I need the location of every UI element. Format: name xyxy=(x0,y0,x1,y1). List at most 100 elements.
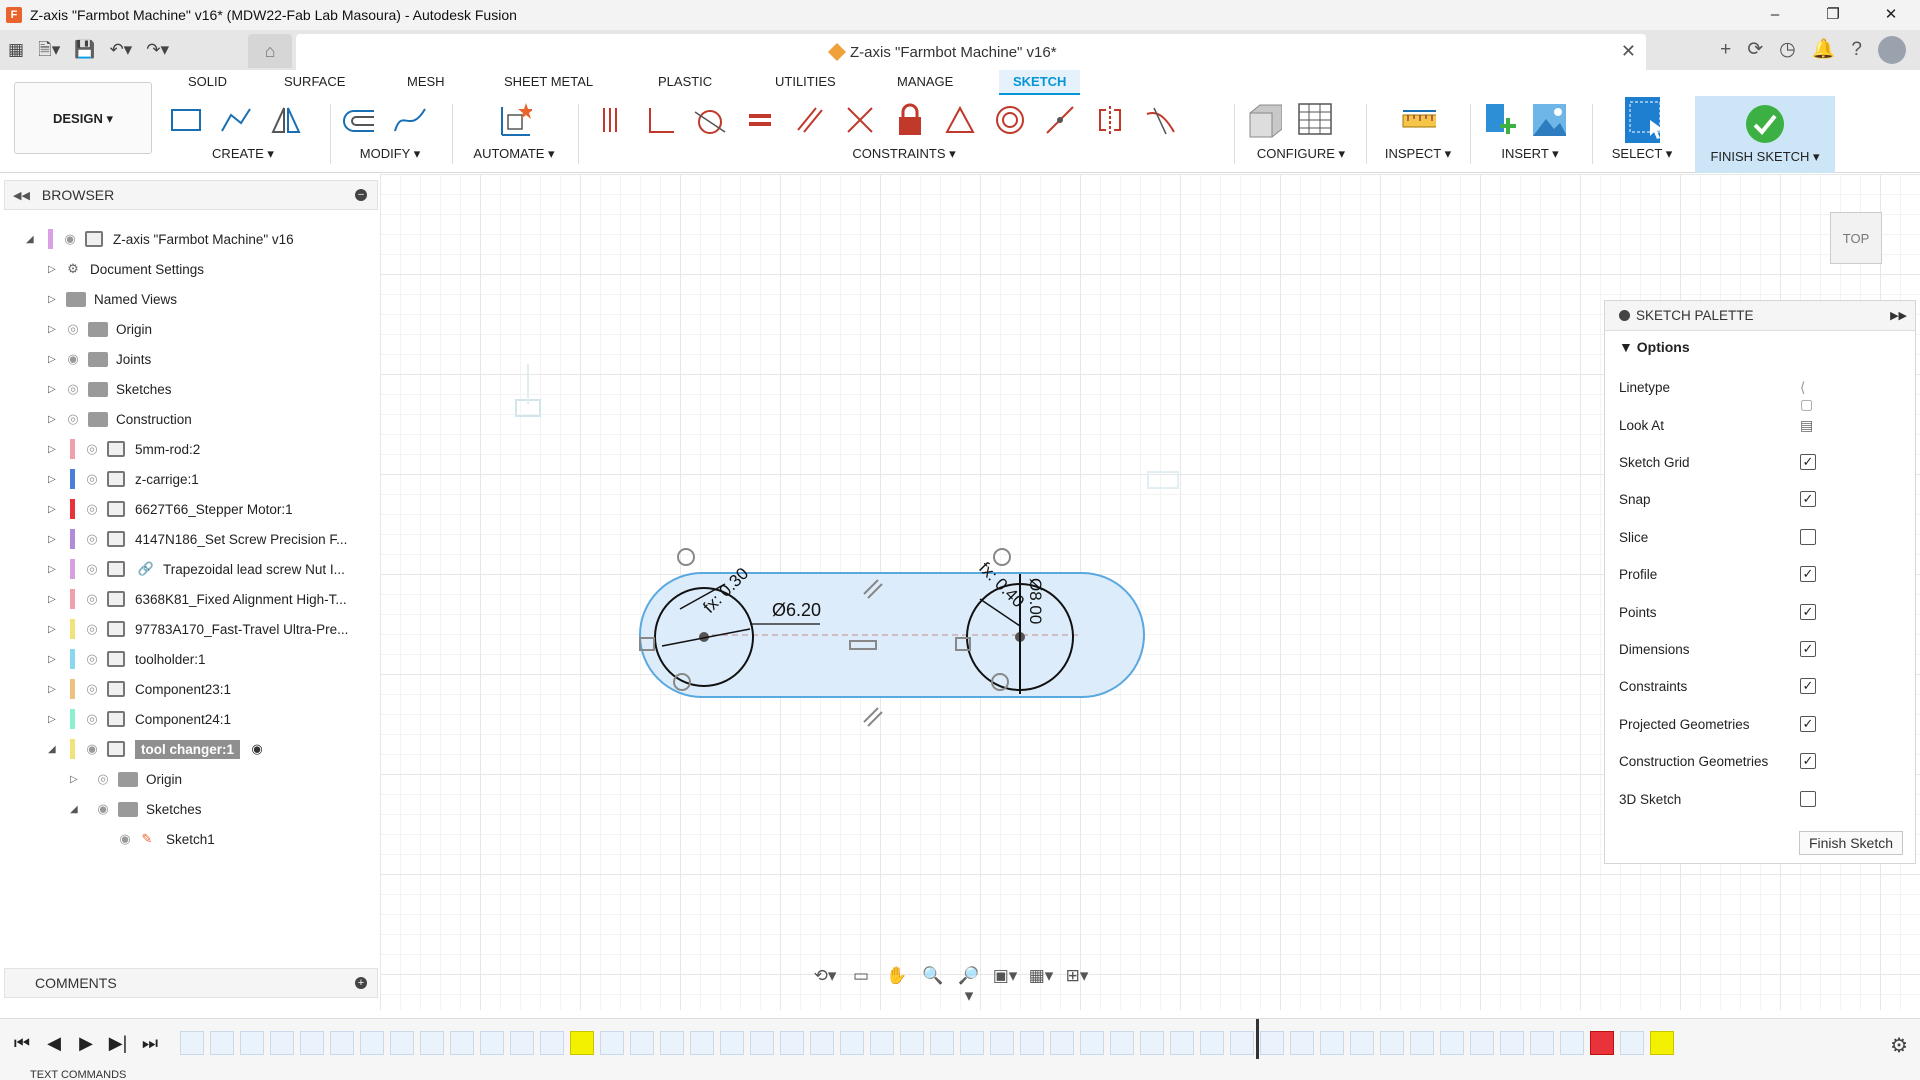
symmetry-icon[interactable] xyxy=(1092,102,1128,138)
linetype-icon[interactable]: ⟨ ▢ xyxy=(1800,379,1818,412)
tree-item-component[interactable]: ▷ ◎ z-carrige:1 xyxy=(48,466,199,492)
home-tab-icon[interactable]: ⌂ xyxy=(248,34,292,68)
timeline-step[interactable] xyxy=(1050,1031,1074,1055)
new-tab-icon[interactable]: + xyxy=(1720,36,1731,64)
timeline-step[interactable] xyxy=(1410,1031,1434,1055)
timeline-step[interactable] xyxy=(1620,1031,1644,1055)
tree-item-active-component[interactable]: ◢ ◉ tool changer:1 ◉ xyxy=(48,736,268,762)
eye-hidden-icon[interactable]: ◎ xyxy=(81,441,103,457)
eye-hidden-icon[interactable]: ◎ xyxy=(81,561,103,577)
tree-item-sketches[interactable]: ▷ ◎ Sketches xyxy=(48,376,172,402)
expand-arrow-icon[interactable]: ▷ xyxy=(48,564,62,575)
display-settings-icon[interactable]: ▣▾ xyxy=(992,966,1018,1006)
timeline-step[interactable] xyxy=(420,1031,444,1055)
inspect-menu[interactable]: INSPECT ▾ xyxy=(1376,146,1460,162)
tree-item-component[interactable]: ▷ ◎ 97783A170_Fast-Travel Ultra-Pre... xyxy=(48,616,348,642)
timeline-step[interactable] xyxy=(1170,1031,1194,1055)
timeline-step[interactable] xyxy=(240,1031,264,1055)
measure-icon[interactable] xyxy=(1400,102,1436,138)
offset-icon[interactable] xyxy=(342,102,378,138)
eye-hidden-icon[interactable]: ◎ xyxy=(62,411,84,427)
tree-item-named-views[interactable]: ▷ Named Views xyxy=(48,286,177,312)
tangent-icon[interactable] xyxy=(692,102,728,138)
go-to-end-icon[interactable]: ⏭ xyxy=(140,1033,160,1054)
parallel-icon[interactable] xyxy=(792,102,828,138)
timeline-step[interactable] xyxy=(660,1031,684,1055)
sketch-grid-checkbox[interactable]: ✓ xyxy=(1800,454,1816,470)
eye-hidden-icon[interactable]: ◎ xyxy=(62,321,84,337)
expand-arrow-icon[interactable]: ▷ xyxy=(48,714,62,725)
snap-checkbox[interactable]: ✓ xyxy=(1800,491,1816,507)
finish-sketch-check-icon[interactable] xyxy=(1745,104,1785,147)
table-icon[interactable] xyxy=(1296,102,1332,138)
eye-icon[interactable]: ◉ xyxy=(59,231,81,247)
timeline-step[interactable] xyxy=(570,1031,594,1055)
expand-arrow-icon[interactable]: ▷ xyxy=(70,774,84,785)
points-checkbox[interactable]: ✓ xyxy=(1800,604,1816,620)
timeline-step[interactable] xyxy=(600,1031,624,1055)
timeline-step[interactable] xyxy=(1530,1031,1554,1055)
timeline-settings-gear-icon[interactable]: ⚙ xyxy=(1890,1033,1908,1058)
activate-radio-icon[interactable]: ◉ xyxy=(246,741,268,757)
3d-sketch-checkbox[interactable] xyxy=(1800,791,1816,807)
constraints-menu[interactable]: CONSTRAINTS ▾ xyxy=(592,146,1216,162)
equal-icon[interactable] xyxy=(742,102,778,138)
expand-arrow-icon[interactable]: ▷ xyxy=(48,474,62,485)
minimize-button[interactable]: – xyxy=(1746,0,1804,30)
tree-item-component[interactable]: ▷ ◎ 4147N186_Set Screw Precision F... xyxy=(48,526,347,552)
eye-hidden-icon[interactable]: ◎ xyxy=(92,771,114,787)
expand-arrow-icon[interactable]: ▷ xyxy=(48,384,62,395)
timeline-step[interactable] xyxy=(690,1031,714,1055)
timeline-step[interactable] xyxy=(1230,1031,1254,1055)
timeline-step[interactable] xyxy=(1020,1031,1044,1055)
insert-canvas-icon[interactable] xyxy=(1530,102,1566,138)
tree-item-origin[interactable]: ▷ ◎ Origin xyxy=(48,316,152,342)
configure-icon[interactable] xyxy=(1246,102,1282,138)
timeline-step[interactable] xyxy=(1380,1031,1404,1055)
timeline-step[interactable] xyxy=(1650,1031,1674,1055)
timeline-step[interactable] xyxy=(480,1031,504,1055)
rectangle-icon[interactable] xyxy=(168,102,204,138)
expand-arrow-icon[interactable]: ▷ xyxy=(48,354,62,365)
expand-arrow-icon[interactable]: ▷ xyxy=(48,654,62,665)
text-commands-bar[interactable]: TEXT COMMANDS xyxy=(0,1070,1920,1080)
select-icon[interactable] xyxy=(1624,97,1660,143)
tree-item-origin[interactable]: ▷ ◎ Origin xyxy=(70,766,182,792)
curvature-icon[interactable] xyxy=(1142,102,1178,138)
help-icon[interactable]: ? xyxy=(1851,36,1862,64)
timeline-step[interactable] xyxy=(1350,1031,1374,1055)
timeline-step[interactable] xyxy=(870,1031,894,1055)
go-to-start-icon[interactable]: ⏮ xyxy=(12,1033,32,1054)
timeline-step[interactable] xyxy=(840,1031,864,1055)
tree-item-joints[interactable]: ▷ ◉ Joints xyxy=(48,346,151,372)
eye-hidden-icon[interactable]: ◎ xyxy=(81,471,103,487)
tab-plastic[interactable]: PLASTIC xyxy=(658,74,712,89)
collinear-icon[interactable] xyxy=(1042,102,1078,138)
expand-arrow-icon[interactable]: ▷ xyxy=(48,444,62,455)
timeline-step[interactable] xyxy=(1080,1031,1104,1055)
timeline-step[interactable] xyxy=(750,1031,774,1055)
tree-item-document-settings[interactable]: ▷ ⚙ Document Settings xyxy=(48,256,204,282)
eye-icon[interactable]: ◉ xyxy=(92,801,114,817)
timeline-step[interactable] xyxy=(1140,1031,1164,1055)
tree-item-root[interactable]: ◢ ◉ Z-axis "Farmbot Machine" v16 xyxy=(26,226,294,252)
tree-item-component[interactable]: ▷ ◎ 6627T66_Stepper Motor:1 xyxy=(48,496,293,522)
eye-hidden-icon[interactable]: ◎ xyxy=(81,531,103,547)
perpendicular-icon[interactable] xyxy=(842,102,878,138)
tree-item-sketches[interactable]: ◢ ◉ Sketches xyxy=(70,796,202,822)
timeline-step[interactable] xyxy=(930,1031,954,1055)
options-section[interactable]: ▼ Options xyxy=(1605,331,1915,355)
file-menu-icon[interactable]: 🗎▾ xyxy=(38,38,60,62)
eye-icon[interactable]: ◉ xyxy=(114,831,136,847)
timeline-step[interactable] xyxy=(1440,1031,1464,1055)
timeline-step[interactable] xyxy=(510,1031,534,1055)
expand-arrow-icon[interactable]: ▷ xyxy=(48,324,62,335)
select-menu[interactable]: SELECT ▾ xyxy=(1600,146,1684,162)
tab-sheet-metal[interactable]: SHEET METAL xyxy=(504,74,593,89)
timeline-step[interactable] xyxy=(810,1031,834,1055)
finish-sketch-button[interactable]: Finish Sketch xyxy=(1799,831,1903,855)
automate-menu[interactable]: AUTOMATE ▾ xyxy=(466,146,562,162)
eye-hidden-icon[interactable]: ◎ xyxy=(81,681,103,697)
orbit-icon[interactable]: ⟲▾ xyxy=(812,966,838,1006)
timeline-marker[interactable] xyxy=(1256,1019,1259,1059)
